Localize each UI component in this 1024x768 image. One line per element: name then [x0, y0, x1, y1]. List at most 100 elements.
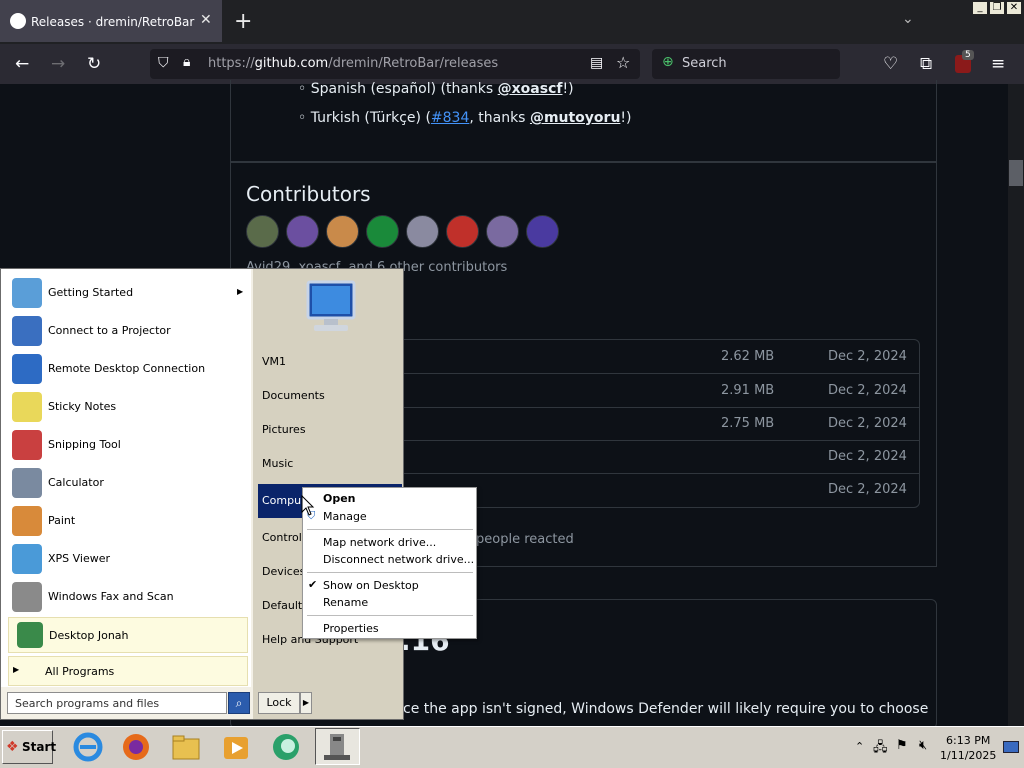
place-pictures[interactable]: Pictures — [262, 423, 306, 436]
contributor-avatar[interactable] — [526, 215, 559, 248]
ctx-disconnect-network-drive[interactable]: Disconnect network drive... — [323, 553, 474, 566]
ctx-map-network-drive[interactable]: Map network drive... — [323, 536, 436, 549]
program-paint[interactable]: Paint — [8, 502, 248, 540]
start-button[interactable]: ❖ Start — [2, 730, 57, 764]
reader-view-icon[interactable]: ▤ — [590, 55, 603, 71]
ctx-properties[interactable]: Properties — [323, 622, 379, 635]
internet-explorer-icon[interactable] — [72, 731, 104, 763]
windows-logo-icon: ❖ — [6, 739, 19, 755]
computer-item-label: Compu — [262, 494, 302, 507]
ctx-show-on-desktop[interactable]: Show on Desktop — [323, 579, 419, 592]
contributor-avatar[interactable] — [446, 215, 479, 248]
search-engine-icon: ⊕ — [662, 54, 674, 70]
media-player-icon[interactable] — [220, 731, 252, 763]
submenu-arrow-icon: ▶ — [237, 287, 244, 296]
context-menu: Open ⛉ Manage Map network drive... Disco… — [302, 487, 477, 639]
contributor-avatar[interactable] — [486, 215, 519, 248]
search-programs-input[interactable]: Search programs and files — [7, 692, 227, 714]
close-tab-icon[interactable]: ✕ — [200, 12, 212, 28]
menu-icon[interactable]: ≡ — [991, 54, 1005, 74]
program-sticky-notes[interactable]: Sticky Notes — [8, 388, 248, 426]
lock-options-arrow-icon[interactable]: ▶ — [300, 692, 312, 714]
translation-text: Spanish (español) (thanks — [310, 81, 498, 97]
contributor-avatar[interactable] — [246, 215, 279, 248]
url-text: https://github.com/dremin/RetroBar/relea… — [208, 56, 498, 71]
connect-to-a-projector-icon — [12, 316, 42, 346]
asset-date: Dec 2, 2024 — [828, 416, 907, 431]
action-center-flag-icon[interactable]: ⚑ — [896, 738, 908, 753]
taskbar-app-active[interactable] — [315, 728, 360, 765]
lock-button[interactable]: Lock — [258, 692, 300, 714]
volume-muted-icon[interactable]: 🔇︎ — [919, 738, 927, 753]
program-getting-started[interactable]: Getting Started ▶ — [8, 274, 248, 312]
all-programs-button[interactable]: ▶ All Programs — [8, 656, 248, 686]
show-desktop-icon[interactable] — [1003, 741, 1019, 753]
bookmark-star-icon[interactable]: ☆ — [616, 53, 630, 72]
search-icon[interactable]: ⌕ — [228, 692, 250, 714]
contributor-avatar[interactable] — [406, 215, 439, 248]
place-documents[interactable]: Documents — [262, 389, 325, 402]
clock[interactable]: 6:13 PM 1/11/2025 — [940, 733, 996, 763]
contributor-avatar[interactable] — [286, 215, 319, 248]
start-label: Start — [22, 740, 57, 754]
reload-icon[interactable]: ↻ — [87, 54, 101, 74]
all-programs-label: All Programs — [45, 665, 115, 678]
ctx-open[interactable]: Open — [323, 492, 356, 505]
lock-icon[interactable]: 🔒︎ — [183, 54, 190, 70]
url-host: github.com — [254, 56, 329, 71]
contributor-avatar[interactable] — [326, 215, 359, 248]
ctx-manage[interactable]: Manage — [323, 510, 367, 523]
minimize-button[interactable]: _ — [972, 1, 988, 15]
place-vm1[interactable]: VM1 — [262, 355, 286, 368]
place-music[interactable]: Music — [262, 457, 293, 470]
network-icon[interactable]: 🖧︎ — [873, 738, 888, 760]
program-label: Paint — [48, 514, 76, 527]
asset-size: 2.75 MB — [721, 416, 775, 431]
close-window-button[interactable]: ✕ — [1006, 1, 1022, 15]
program-calculator[interactable]: Calculator — [8, 464, 248, 502]
back-icon[interactable]: ← — [15, 54, 29, 74]
issue-link[interactable]: #834 — [431, 110, 469, 126]
show-hidden-icons-chevron-icon[interactable]: ⌃ — [855, 740, 864, 753]
place-devices[interactable]: Devices — [262, 565, 305, 578]
release-body-text: ce the app isn't signed, Windows Defende… — [403, 701, 929, 717]
browser-tab[interactable]: Releases · dremin/RetroBar ✕ — [0, 0, 222, 42]
new-tab-button[interactable]: + — [234, 9, 252, 34]
url-bar[interactable]: ⛉ 🔒︎ https://github.com/dremin/RetroBar/… — [150, 49, 640, 79]
forward-icon[interactable]: → — [51, 54, 65, 74]
tab-list-chevron-icon[interactable]: ⌄ — [902, 11, 914, 27]
program-snipping-tool[interactable]: Snipping Tool — [8, 426, 248, 464]
pocket-icon[interactable]: ♡ — [883, 54, 898, 74]
ctx-rename[interactable]: Rename — [323, 596, 368, 609]
user-link[interactable]: @mutoyoru — [530, 110, 620, 126]
reactions-text: people reacted — [476, 532, 574, 547]
restore-button[interactable]: ❐ — [989, 1, 1005, 15]
translation-text: , thanks — [469, 110, 530, 126]
pinned-program-desktop-jonah[interactable]: Desktop Jonah — [8, 617, 248, 653]
pinned-program-label: Desktop Jonah — [49, 629, 129, 642]
asset-size: 2.62 MB — [721, 349, 775, 364]
ctx-separator — [307, 572, 473, 573]
program-remote-desktop-connection[interactable]: Remote Desktop Connection — [8, 350, 248, 388]
asset-date: Dec 2, 2024 — [828, 349, 907, 364]
calculator-icon — [12, 468, 42, 498]
place-control[interactable]: Control — [262, 531, 302, 544]
program-connect-to-a-projector[interactable]: Connect to a Projector — [8, 312, 248, 350]
contributor-avatar[interactable] — [366, 215, 399, 248]
program-xps-viewer[interactable]: XPS Viewer — [8, 540, 248, 578]
translation-text: Turkish (Türkçe) ( — [310, 110, 431, 126]
firefox-icon[interactable] — [120, 731, 152, 763]
shield-icon[interactable]: ⛉ — [158, 55, 169, 71]
translation-turkish: ◦ Turkish (Türkçe) (#834, thanks @mutoyo… — [298, 110, 632, 126]
user-link[interactable]: @xoascf — [498, 81, 563, 97]
place-default[interactable]: Default — [262, 599, 302, 612]
asset-date: Dec 2, 2024 — [828, 383, 907, 398]
chat-app-icon[interactable] — [270, 731, 302, 763]
scrollbar-thumb[interactable] — [1009, 160, 1023, 186]
search-bar[interactable]: ⊕ Search — [652, 49, 840, 79]
translation-tail: !) — [562, 81, 574, 97]
extensions-icon[interactable]: ⧉ — [920, 54, 932, 74]
program-label: Calculator — [48, 476, 104, 489]
program-windows-fax-and-scan[interactable]: Windows Fax and Scan — [8, 578, 248, 616]
file-explorer-icon[interactable] — [170, 731, 202, 763]
